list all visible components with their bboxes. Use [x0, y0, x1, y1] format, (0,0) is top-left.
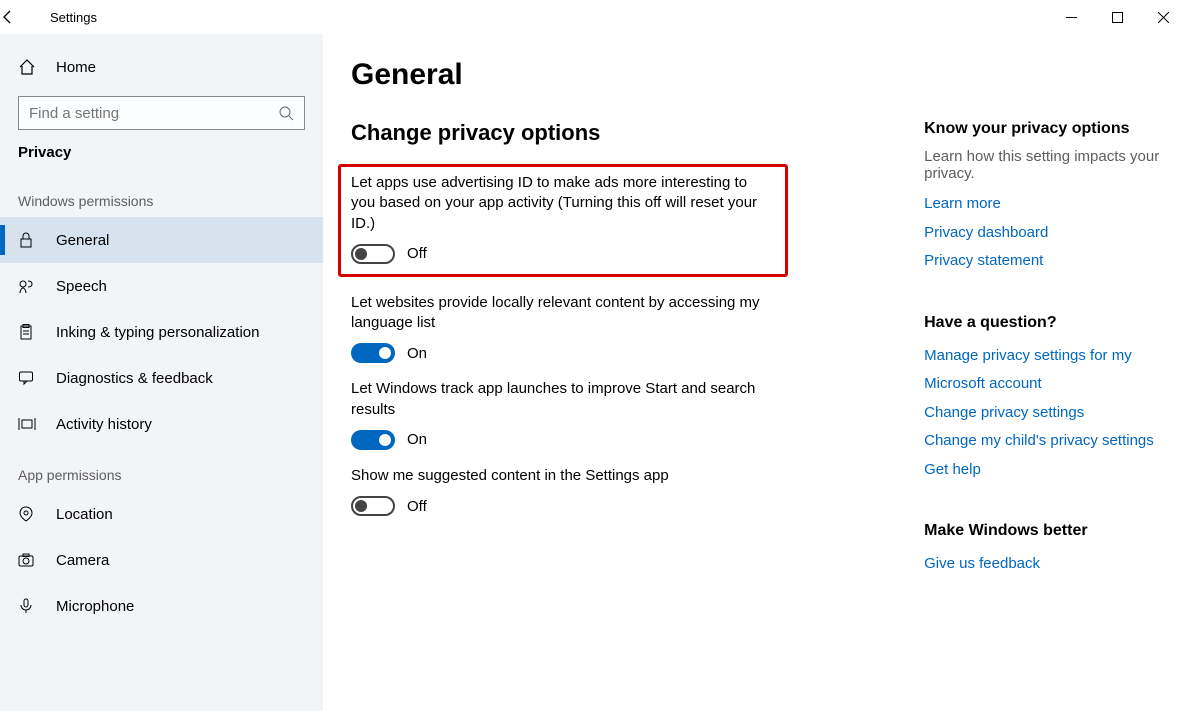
window-title: Settings: [44, 10, 97, 25]
link-child-privacy[interactable]: Change my child's privacy settings: [924, 427, 1186, 456]
section-app-permissions: App permissions: [0, 447, 323, 491]
microphone-icon: [18, 598, 38, 614]
aside-block1-title: Know your privacy options: [924, 120, 1186, 138]
sidebar-item-label: General: [56, 232, 109, 249]
home-icon: [18, 58, 38, 76]
back-button[interactable]: [0, 9, 44, 25]
maximize-button[interactable]: [1094, 1, 1140, 33]
sidebar-item-speech[interactable]: Speech: [0, 263, 323, 309]
home-link[interactable]: Home: [0, 46, 323, 88]
option-label: Let apps use advertising ID to make ads …: [351, 173, 775, 234]
aside-block3-title: Make Windows better: [924, 522, 1186, 540]
sidebar-item-activity[interactable]: Activity history: [0, 401, 323, 447]
aside-block1-desc: Learn how this setting impacts your priv…: [924, 148, 1186, 182]
sidebar-item-camera[interactable]: Camera: [0, 537, 323, 583]
camera-icon: [18, 552, 38, 568]
toggle-advertising-id[interactable]: [351, 244, 395, 264]
search-icon: [278, 105, 294, 121]
content: General Change privacy options Let apps …: [351, 58, 894, 711]
sidebar-item-microphone[interactable]: Microphone: [0, 583, 323, 629]
search-field[interactable]: [29, 105, 278, 122]
option-label: Let websites provide locally relevant co…: [351, 293, 801, 334]
sidebar-item-label: Activity history: [56, 416, 152, 433]
sidebar-item-diagnostics[interactable]: Diagnostics & feedback: [0, 355, 323, 401]
speech-icon: [18, 278, 38, 294]
close-button[interactable]: [1140, 1, 1186, 33]
toggle-language-list[interactable]: [351, 343, 395, 363]
sidebar-item-location[interactable]: Location: [0, 491, 323, 537]
option-language-list: Let websites provide locally relevant co…: [351, 293, 801, 364]
sidebar-item-general[interactable]: General: [0, 217, 323, 263]
option-label: Show me suggested content in the Setting…: [351, 466, 801, 486]
titlebar: Settings: [0, 0, 1186, 34]
location-icon: [18, 506, 38, 522]
sidebar-item-label: Camera: [56, 552, 109, 569]
section-windows-permissions: Windows permissions: [0, 173, 323, 217]
sidebar-item-label: Inking & typing personalization: [56, 324, 259, 341]
lock-icon: [18, 232, 38, 248]
sidebar-item-label: Speech: [56, 278, 107, 295]
sidebar-item-label: Diagnostics & feedback: [56, 370, 213, 387]
option-advertising-id: Let apps use advertising ID to make ads …: [338, 164, 788, 277]
clipboard-icon: [18, 324, 38, 340]
toggle-suggested-content[interactable]: [351, 496, 395, 516]
sidebar-item-label: Microphone: [56, 598, 134, 615]
link-feedback[interactable]: Give us feedback: [924, 550, 1186, 579]
option-track-launches: Let Windows track app launches to improv…: [351, 379, 801, 450]
link-privacy-dashboard[interactable]: Privacy dashboard: [924, 219, 1186, 248]
page-subtitle: Change privacy options: [351, 120, 894, 146]
toggle-track-launches[interactable]: [351, 430, 395, 450]
sidebar: Home Privacy Windows permissions General…: [0, 34, 323, 711]
page-title: General: [351, 58, 894, 92]
minimize-button[interactable]: [1048, 1, 1094, 33]
search-input[interactable]: [18, 96, 305, 130]
activity-icon: [18, 416, 38, 432]
option-suggested-content: Show me suggested content in the Setting…: [351, 466, 801, 516]
sidebar-item-inking[interactable]: Inking & typing personalization: [0, 309, 323, 355]
option-label: Let Windows track app launches to improv…: [351, 379, 801, 420]
category-label: Privacy: [0, 138, 323, 173]
link-get-help[interactable]: Get help: [924, 456, 1186, 485]
link-learn-more[interactable]: Learn more: [924, 190, 1186, 219]
toggle-state: On: [407, 345, 427, 362]
aside: Know your privacy options Learn how this…: [924, 58, 1186, 711]
link-privacy-statement[interactable]: Privacy statement: [924, 247, 1186, 276]
link-manage-privacy[interactable]: Manage privacy settings for my Microsoft…: [924, 342, 1186, 399]
sidebar-item-label: Location: [56, 506, 113, 523]
home-label: Home: [56, 59, 96, 76]
link-change-privacy[interactable]: Change privacy settings: [924, 399, 1186, 428]
toggle-state: Off: [407, 245, 427, 262]
toggle-state: Off: [407, 498, 427, 515]
feedback-icon: [18, 370, 38, 386]
aside-block2-title: Have a question?: [924, 314, 1186, 332]
toggle-state: On: [407, 431, 427, 448]
